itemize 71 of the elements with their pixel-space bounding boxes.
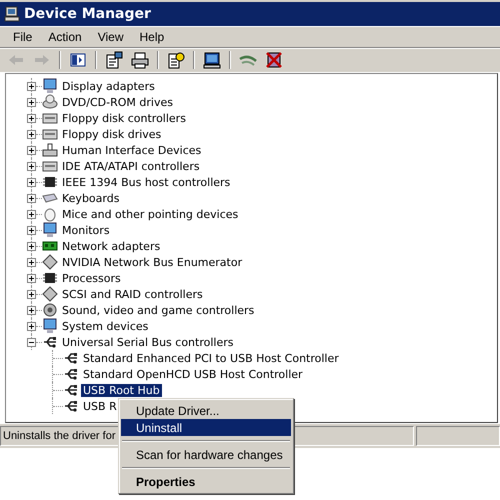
chip-icon (42, 270, 58, 286)
menu-item[interactable]: Update Driver... (121, 402, 291, 419)
expand-toggle[interactable] (27, 194, 36, 202)
expand-toggle[interactable] (27, 178, 36, 186)
tree-item[interactable]: Universal Serial Bus controllers (60, 336, 236, 348)
tree-item[interactable]: Floppy disk controllers (60, 112, 188, 124)
tree-item[interactable]: Display adapters (60, 80, 157, 92)
remove-icon (265, 51, 283, 69)
expand-toggle[interactable] (27, 82, 36, 90)
usb-icon (63, 398, 79, 414)
usb-icon (63, 366, 79, 382)
expand-toggle[interactable] (27, 162, 36, 170)
expand-toggle[interactable] (27, 290, 36, 298)
monitor-icon (42, 318, 58, 334)
menu-item[interactable]: File (5, 30, 40, 44)
monitor-scan-icon (203, 51, 221, 69)
expand-toggle[interactable] (27, 226, 36, 234)
expand-toggle[interactable] (27, 210, 36, 218)
menu-item[interactable]: View (90, 30, 132, 44)
properties-icon (105, 51, 123, 69)
printer-icon (131, 51, 149, 69)
expand-toggle[interactable] (27, 322, 36, 330)
collapse-toggle[interactable] (27, 338, 36, 346)
tree-item[interactable]: Standard OpenHCD USB Host Controller (81, 368, 305, 380)
tree-item[interactable]: DVD/CD-ROM drives (60, 96, 175, 108)
panel-icon (69, 51, 87, 69)
tree-item[interactable]: Standard Enhanced PCI to USB Host Controller (81, 352, 341, 364)
tree-item[interactable]: Processors (60, 272, 123, 284)
menu-item[interactable]: Properties (121, 473, 291, 490)
tree-item[interactable]: Human Interface Devices (60, 144, 204, 156)
status-text: Uninstalls the driver for (3, 430, 116, 442)
window-title: Device Manager (24, 6, 151, 22)
chip-icon (42, 174, 58, 190)
tree-item[interactable]: IEEE 1394 Bus host controllers (60, 176, 232, 188)
speaker-icon (42, 302, 58, 318)
tree-item[interactable]: Network adapters (60, 240, 162, 252)
tree-item[interactable]: Floppy disk drives (60, 128, 164, 140)
help-icon (167, 51, 185, 69)
menu-item[interactable]: Help (132, 30, 172, 44)
monitor-icon (42, 78, 58, 94)
expand-toggle[interactable] (27, 114, 36, 122)
mouse-icon (42, 206, 58, 222)
expand-toggle[interactable] (27, 274, 36, 282)
usb-icon (42, 334, 58, 350)
menu-item[interactable]: Scan for hardware changes (121, 446, 291, 463)
tree-item[interactable]: USB Root Hub (81, 384, 162, 396)
usb-icon (63, 350, 79, 366)
tree-item[interactable]: SCSI and RAID controllers (60, 288, 205, 300)
expand-toggle[interactable] (27, 258, 36, 266)
expand-toggle[interactable] (27, 306, 36, 314)
tree-item[interactable]: NVIDIA Network Bus Enumerator (60, 256, 244, 268)
tree-item[interactable]: Sound, video and game controllers (60, 304, 256, 316)
tree-item[interactable]: USB R (81, 400, 119, 412)
tree-item[interactable]: Keyboards (60, 192, 122, 204)
tree-item[interactable]: IDE ATA/ATAPI controllers (60, 160, 202, 172)
menu-item[interactable]: Action (40, 30, 90, 44)
diamond-icon (42, 254, 58, 270)
expand-toggle[interactable] (27, 130, 36, 138)
tree-item[interactable]: Mice and other pointing devices (60, 208, 240, 220)
tree-item[interactable]: Monitors (60, 224, 112, 236)
disc-icon (42, 94, 58, 110)
diamond-icon (42, 286, 58, 302)
menu-item[interactable]: Uninstall (121, 419, 291, 436)
monitor-icon (42, 222, 58, 238)
expand-toggle[interactable] (27, 98, 36, 106)
usb-icon (63, 382, 79, 398)
computer-icon (4, 6, 20, 22)
expand-toggle[interactable] (27, 146, 36, 154)
tree-item[interactable]: System devices (60, 320, 150, 332)
device-icon (42, 142, 58, 158)
expand-toggle[interactable] (27, 242, 36, 250)
